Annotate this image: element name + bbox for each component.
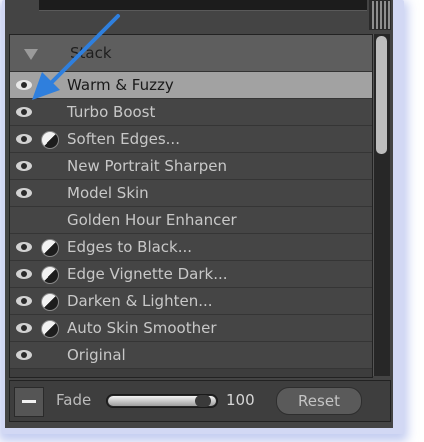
stack-item[interactable]: Model Skin [10, 180, 372, 207]
stack-item-label: Turbo Boost [67, 103, 156, 121]
fade-slider[interactable] [106, 394, 218, 408]
eye-icon[interactable] [16, 323, 32, 333]
stack-item[interactable]: Soften Edges... [10, 126, 372, 153]
eye-icon[interactable] [16, 107, 32, 117]
stack-item-label: Model Skin [67, 184, 149, 202]
stack-item-label: Edge Vignette Dark... [67, 265, 228, 283]
stack-header[interactable]: Stack [10, 35, 372, 72]
stack-panel: Stack Warm & Fuzzy Turbo Boost Soften Edge… [5, 0, 393, 428]
eye-icon[interactable] [16, 134, 32, 144]
stack-item[interactable]: Darken & Lighten... [10, 288, 372, 315]
stack-item[interactable]: Turbo Boost [10, 99, 372, 126]
brush-mask-icon[interactable] [41, 320, 59, 338]
stack-item[interactable]: Edges to Black... [10, 234, 372, 261]
stack-item[interactable]: Original [10, 342, 372, 369]
stack-item-label: New Portrait Sharpen [67, 157, 228, 175]
fade-label: Fade [56, 391, 92, 409]
stack-item[interactable]: New Portrait Sharpen [10, 153, 372, 180]
vertical-scrollbar[interactable] [373, 34, 390, 376]
stack-item-label: Soften Edges... [67, 130, 180, 148]
brush-mask-icon[interactable] [41, 293, 59, 311]
stack-item-label: Darken & Lighten... [67, 292, 213, 310]
eye-icon[interactable] [16, 80, 32, 90]
stack-item-label: Edges to Black... [67, 238, 193, 256]
eye-icon[interactable] [16, 269, 32, 279]
eye-icon[interactable] [16, 188, 32, 198]
brush-mask-icon[interactable] [41, 131, 59, 149]
brush-mask-icon[interactable] [41, 239, 59, 257]
stack-title: Stack [70, 44, 112, 62]
fade-bar: Fade 100 Reset [9, 380, 391, 422]
scrollbar-thumb[interactable] [376, 36, 387, 154]
eye-icon[interactable] [16, 161, 32, 171]
remove-button[interactable] [14, 387, 44, 417]
stack-item[interactable]: Warm & Fuzzy [10, 72, 372, 99]
stack-item[interactable]: Edge Vignette Dark... [10, 261, 372, 288]
stack-item[interactable]: Golden Hour Enhancer [10, 207, 372, 234]
stack-item-label: Warm & Fuzzy [67, 76, 174, 94]
reset-button[interactable]: Reset [276, 387, 362, 415]
eye-icon[interactable] [16, 242, 32, 252]
stack-item-label: Auto Skin Smoother [67, 319, 217, 337]
resize-grip[interactable] [369, 0, 391, 30]
stack-item[interactable]: Auto Skin Smoother [10, 315, 372, 342]
triangle-down-icon[interactable] [24, 49, 38, 60]
eye-icon[interactable] [16, 350, 32, 360]
fade-slider-knob[interactable] [195, 395, 211, 407]
stack-item-label: Golden Hour Enhancer [67, 211, 237, 229]
stack-item-label: Original [67, 346, 126, 364]
fade-value: 100 [226, 391, 255, 409]
brush-mask-icon[interactable] [41, 266, 59, 284]
stack-list: Warm & Fuzzy Turbo Boost Soften Edges... Ne… [10, 72, 372, 369]
eye-icon[interactable] [16, 296, 32, 306]
stack-list-frame: Stack Warm & Fuzzy Turbo Boost Soften Edge… [9, 34, 373, 378]
preview-strip [39, 0, 367, 11]
